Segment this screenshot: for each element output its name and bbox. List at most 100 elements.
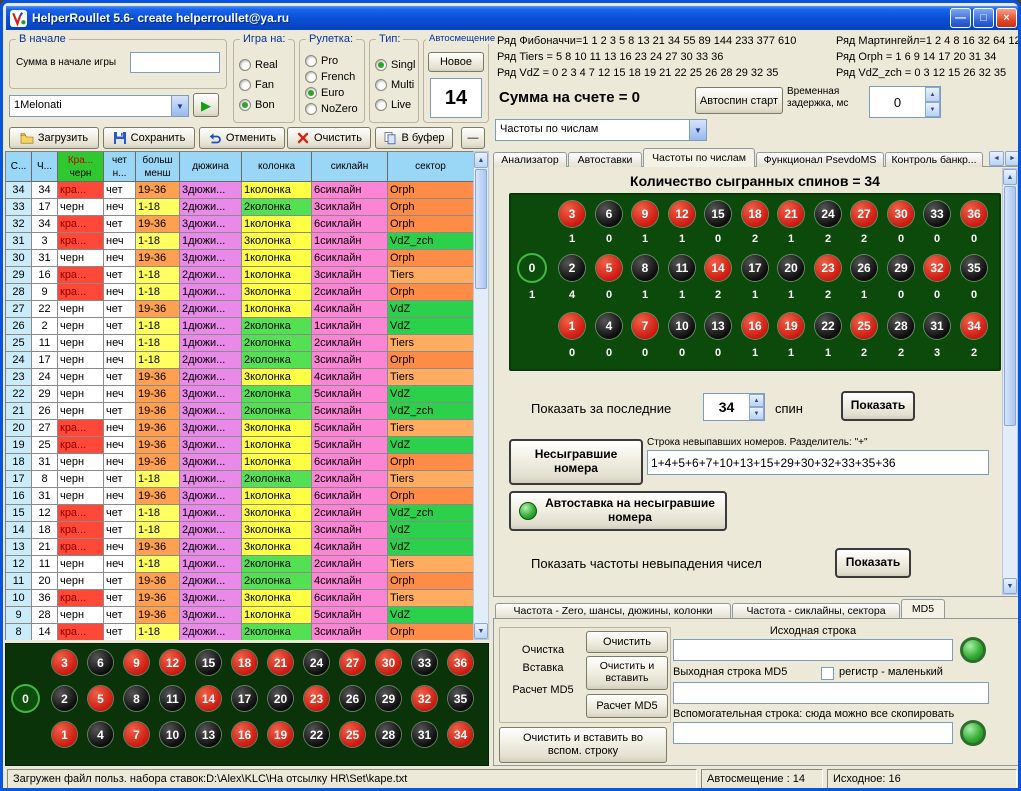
mode-combo[interactable]: Частоты по числам ▼ — [495, 119, 707, 141]
column-header[interactable]: сиклайн — [312, 152, 388, 182]
felt-number-12[interactable]: 12 — [160, 650, 185, 675]
felt-number-16[interactable]: 16 — [742, 313, 768, 339]
felt-number-26[interactable]: 26 — [340, 686, 365, 711]
show-last-button[interactable]: Показать — [841, 391, 915, 421]
md5-clear-button[interactable]: Очистить — [586, 631, 668, 653]
radio-nozero[interactable]: NoZero — [305, 103, 361, 115]
history-row[interactable]: 928чернчет19-363дюжи...1колонка5сиклайнV… — [6, 607, 473, 624]
felt-number-7[interactable]: 7 — [124, 722, 149, 747]
history-row[interactable]: 178чернчет1-181дюжи...2колонка2сиклайнTi… — [6, 471, 473, 488]
toolbar-load-button[interactable]: Загрузить — [9, 127, 99, 149]
tab-3[interactable]: Частоты по числам — [643, 148, 755, 167]
felt-number-34[interactable]: 34 — [961, 313, 987, 339]
felt-number-24[interactable]: 24 — [304, 650, 329, 675]
felt-number-0[interactable]: 0 — [519, 255, 545, 281]
felt-number-22[interactable]: 22 — [815, 313, 841, 339]
felt-number-12[interactable]: 12 — [669, 201, 695, 227]
md5-source-input[interactable] — [673, 639, 953, 661]
history-row[interactable]: 2027кра...неч19-363дюжи...3колонка5сикла… — [6, 420, 473, 437]
felt-number-11[interactable]: 11 — [669, 255, 695, 281]
felt-number-8[interactable]: 8 — [632, 255, 658, 281]
bottom-tab-1[interactable]: Частота - Zero, шансы, дюжины, колонки — [495, 603, 731, 618]
tabs-scroll-right-icon[interactable]: ► — [1005, 151, 1020, 166]
bottom-tab-2[interactable]: Частота - сиклайны, сектора — [732, 603, 900, 618]
felt-number-1[interactable]: 1 — [559, 313, 585, 339]
felt-number-29[interactable]: 29 — [376, 686, 401, 711]
history-row[interactable]: 1321кра...неч19-362дюжи...3колонка4сикла… — [6, 539, 473, 556]
history-row[interactable]: 1831черннеч19-363дюжи...1колонка6сиклайн… — [6, 454, 473, 471]
toolbar-undo-button[interactable]: Отменить — [199, 127, 285, 149]
radio-pro[interactable]: Pro — [305, 55, 361, 67]
felt-number-15[interactable]: 15 — [705, 201, 731, 227]
history-row[interactable]: 2126чернчет19-363дюжи...2колонка5сиклайн… — [6, 403, 473, 420]
history-row[interactable]: 2722чернчет19-362дюжи...1колонка4сиклайн… — [6, 301, 473, 318]
scrollbar-thumb[interactable] — [475, 169, 487, 289]
autobet-button[interactable]: Автоставка на несыгравшие номера — [509, 491, 727, 531]
felt-number-31[interactable]: 31 — [924, 313, 950, 339]
felt-number-26[interactable]: 26 — [851, 255, 877, 281]
history-row[interactable]: 1120чернчет19-362дюжи...2колонка4сиклайн… — [6, 573, 473, 590]
felt-number-31[interactable]: 31 — [412, 722, 437, 747]
radio-fan[interactable]: Fan — [239, 79, 291, 91]
column-header[interactable]: сектор — [388, 152, 473, 182]
history-row[interactable]: 1418кра...чет1-182дюжи...3колонка3сиклай… — [6, 522, 473, 539]
felt-number-33[interactable]: 33 — [412, 650, 437, 675]
md5-aux-input[interactable] — [673, 722, 953, 744]
felt-number-23[interactable]: 23 — [304, 686, 329, 711]
history-table-scrollbar[interactable]: ▲ ▼ — [473, 151, 489, 640]
felt-number-8[interactable]: 8 — [124, 686, 149, 711]
felt-number-17[interactable]: 17 — [232, 686, 257, 711]
chevron-down-icon[interactable]: ▼ — [689, 120, 706, 140]
felt-number-3[interactable]: 3 — [559, 201, 585, 227]
md5-output-input[interactable] — [673, 682, 989, 704]
felt-number-6[interactable]: 6 — [88, 650, 113, 675]
scroll-down-icon[interactable]: ▼ — [474, 623, 488, 639]
felt-number-4[interactable]: 4 — [88, 722, 113, 747]
felt-number-21[interactable]: 21 — [778, 201, 804, 227]
felt-number-14[interactable]: 14 — [705, 255, 731, 281]
history-row[interactable]: 1512кра...чет1-181дюжи...3колонка2сиклай… — [6, 505, 473, 522]
felt-number-36[interactable]: 36 — [448, 650, 473, 675]
felt-number-17[interactable]: 17 — [742, 255, 768, 281]
felt-number-18[interactable]: 18 — [232, 650, 257, 675]
tab-2[interactable]: Автоставки — [568, 152, 642, 167]
felt-number-30[interactable]: 30 — [888, 201, 914, 227]
felt-number-2[interactable]: 2 — [559, 255, 585, 281]
toolbar-clear-button[interactable]: Очистить — [287, 127, 371, 149]
column-header[interactable]: С... — [6, 152, 32, 182]
lowercase-checkbox[interactable] — [821, 667, 834, 680]
history-row[interactable]: 1631черннеч19-363дюжи...1колонка6сиклайн… — [6, 488, 473, 505]
felt-number-33[interactable]: 33 — [924, 201, 950, 227]
spinner-down-icon[interactable]: ▼ — [925, 102, 940, 117]
history-row[interactable]: 2511черннеч1-181дюжи...2колонка2сиклайнT… — [6, 335, 473, 352]
felt-number-19[interactable]: 19 — [778, 313, 804, 339]
scroll-down-icon[interactable]: ▼ — [1003, 578, 1017, 594]
md5-aux-go-button[interactable] — [960, 720, 986, 746]
felt-number-29[interactable]: 29 — [888, 255, 914, 281]
spinner-down-icon[interactable]: ▼ — [749, 407, 764, 420]
column-header[interactable]: четн... — [104, 152, 136, 182]
felt-number-36[interactable]: 36 — [961, 201, 987, 227]
scrollbar-thumb[interactable] — [1004, 186, 1016, 426]
history-row[interactable]: 1211черннеч1-181дюжи...2колонка2сиклайнT… — [6, 556, 473, 573]
felt-number-35[interactable]: 35 — [961, 255, 987, 281]
felt-number-10[interactable]: 10 — [160, 722, 185, 747]
history-row[interactable]: 1925кра...неч19-363дюжи...1колонка5сикла… — [6, 437, 473, 454]
felt-number-32[interactable]: 32 — [924, 255, 950, 281]
felt-number-19[interactable]: 19 — [268, 722, 293, 747]
felt-number-18[interactable]: 18 — [742, 201, 768, 227]
felt-number-23[interactable]: 23 — [815, 255, 841, 281]
scroll-up-icon[interactable]: ▲ — [474, 152, 488, 168]
felt-number-2[interactable]: 2 — [52, 686, 77, 711]
tab-1[interactable]: Анализатор — [493, 152, 567, 167]
column-header[interactable]: Ч... — [32, 152, 58, 182]
radio-singl[interactable]: Singl — [375, 59, 415, 71]
history-row[interactable]: 2417черннеч1-182дюжи...2колонка3сиклайнO… — [6, 352, 473, 369]
history-row[interactable]: 3031черннеч19-363дюжи...1колонка6сиклайн… — [6, 250, 473, 267]
felt-number-35[interactable]: 35 — [448, 686, 473, 711]
maximize-button[interactable]: □ — [973, 8, 994, 28]
column-header[interactable]: колонка — [242, 152, 312, 182]
new-offset-button[interactable]: Новое — [428, 52, 484, 72]
felt-number-7[interactable]: 7 — [632, 313, 658, 339]
toolbar-save-button[interactable]: Сохранить — [103, 127, 195, 149]
